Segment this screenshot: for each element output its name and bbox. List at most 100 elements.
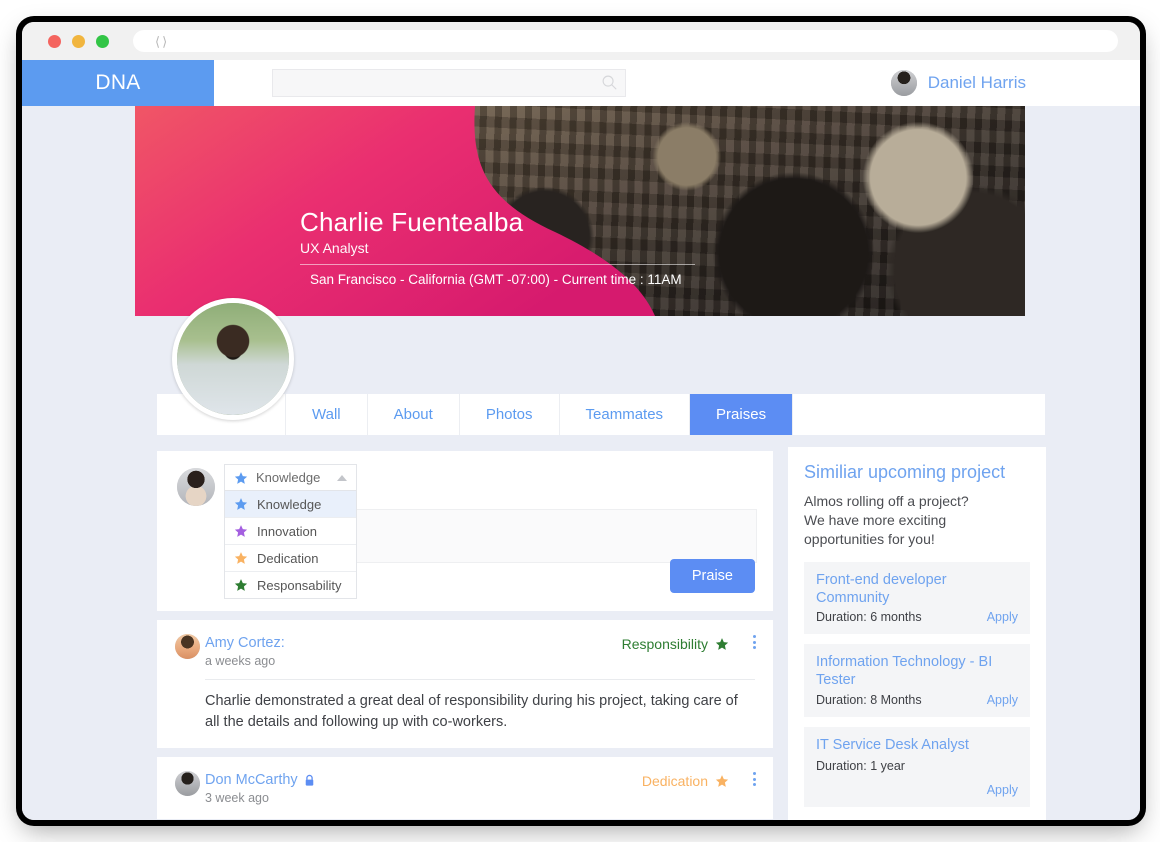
tab-teammates[interactable]: Teammates <box>560 394 691 435</box>
screenshot-stage: ⟨⟩ DNA Daniel Harris Charlie Fuentealba … <box>0 0 1160 842</box>
praise-category-options: Knowledge Innovation Dedication Responsa… <box>224 491 357 599</box>
praise-post: Amy Cortez: a weeks ago Responsibility C… <box>157 620 773 749</box>
praise-category-dropdown[interactable]: Knowledge Knowledge Innovation Dedicatio… <box>224 464 357 599</box>
tab-photos[interactable]: Photos <box>460 394 560 435</box>
tab-about[interactable]: About <box>368 394 460 435</box>
tab-label: Wall <box>312 406 341 423</box>
post-author-name: Don McCarthy <box>205 772 298 789</box>
avatar <box>177 468 215 506</box>
navbar-search-area <box>214 60 891 106</box>
star-icon <box>715 638 729 650</box>
star-icon <box>234 498 248 510</box>
status-badge: Dedication <box>642 773 729 789</box>
tab-label: Photos <box>485 406 533 423</box>
close-window-button[interactable] <box>48 34 61 48</box>
job-footer: Duration: 6 months Apply <box>816 610 1018 624</box>
browser-titlebar: ⟨⟩ <box>22 22 1140 60</box>
job-title: Information Technology - BI Tester <box>816 654 993 689</box>
chevron-up-icon <box>337 475 347 481</box>
praise-category-option-innovation[interactable]: Innovation <box>225 518 356 545</box>
praise-category-option-dedication[interactable]: Dedication <box>225 545 356 572</box>
similar-projects-title: Similiar upcoming project <box>804 462 1006 482</box>
tab-label: Teammates <box>585 406 664 423</box>
job-duration: Duration: 1 year <box>816 759 905 773</box>
lock-icon <box>305 774 313 786</box>
post-timestamp: 3 week ago <box>205 791 269 806</box>
app-navbar: DNA Daniel Harris <box>22 60 1140 106</box>
divider <box>205 679 755 680</box>
profile-tabs: Wall About Photos Teammates Praises <box>157 394 1045 435</box>
praise-category-selected: Knowledge <box>256 470 321 485</box>
job-footer: Duration: 8 Months Apply <box>816 693 1018 707</box>
feed-column: Knowledge Knowledge Innovation Dedicatio… <box>157 451 773 820</box>
brand-label: DNA <box>95 71 141 94</box>
job-item[interactable]: IT Service Desk Analyst Duration: 1 year… <box>804 726 1030 807</box>
status-badge-label: Responsibility <box>621 636 708 652</box>
status-badge: Responsibility <box>622 636 729 652</box>
apply-link[interactable]: Apply <box>987 693 1018 707</box>
post-author-block: Amy Cortez: a weeks ago <box>205 634 285 668</box>
avatar <box>175 771 200 797</box>
search-box[interactable] <box>272 69 626 97</box>
praise-textarea[interactable] <box>357 510 756 562</box>
back-forward-icon: ⟨⟩ <box>155 33 170 49</box>
star-icon <box>234 552 248 564</box>
praise-composer: Knowledge Knowledge Innovation Dedicatio… <box>157 451 773 611</box>
praise-category-option-responsability[interactable]: Responsability <box>225 572 356 598</box>
praise-submit-button[interactable]: Praise <box>669 559 755 593</box>
option-label: Dedication <box>257 550 319 566</box>
option-label: Innovation <box>257 523 317 539</box>
search-icon <box>602 75 617 90</box>
right-sidebar: Similiar upcoming project Almos rolling … <box>788 447 1046 820</box>
job-item[interactable]: Front-end developer Community Duration: … <box>804 561 1030 635</box>
job-item[interactable]: Information Technology - BI Tester Durat… <box>804 644 1030 717</box>
brand-logo[interactable]: DNA <box>22 60 214 106</box>
status-badge-label: Dedication <box>641 773 708 790</box>
job-title: Front-end developer Community <box>816 571 947 606</box>
post-timestamp: a weeks ago <box>205 654 276 668</box>
post-author-block: Don McCarthy 3 week ago <box>205 771 315 805</box>
praise-category-dropdown-toggle[interactable]: Knowledge <box>224 464 357 491</box>
tab-label: About <box>393 406 433 423</box>
avatar <box>175 634 200 659</box>
post-header: Amy Cortez: a weeks ago Responsibility <box>205 634 755 668</box>
job-title: IT Service Desk Analyst <box>816 736 969 753</box>
page-body: Charlie Fuentealba UX Analyst San Franci… <box>22 106 1140 820</box>
tab-wall[interactable]: Wall <box>286 394 368 435</box>
maximize-window-button[interactable] <box>96 34 109 48</box>
navbar-user-name: Daniel Harris <box>927 73 1026 92</box>
job-duration: Duration: 6 months <box>816 610 922 625</box>
avatar <box>890 70 917 96</box>
star-icon <box>234 471 248 484</box>
search-input[interactable] <box>273 70 625 96</box>
window-controls <box>48 34 109 48</box>
job-footer: Duration: 1 year Apply <box>816 757 1018 797</box>
post-author[interactable]: Amy Cortez: <box>205 635 285 651</box>
profile-location: San Francisco - California (GMT -07:00) … <box>310 272 682 288</box>
profile-avatar[interactable] <box>172 298 294 420</box>
tab-praises[interactable]: Praises <box>690 394 794 435</box>
praise-post: Don McCarthy 3 week ago Dedication <box>157 757 773 820</box>
profile-identity: Charlie Fuentealba UX Analyst San Franci… <box>300 207 740 288</box>
praise-text-area[interactable] <box>356 509 757 563</box>
star-icon <box>234 525 248 537</box>
star-icon <box>234 579 248 591</box>
post-author[interactable]: Don McCarthy <box>205 772 315 788</box>
apply-link[interactable]: Apply <box>987 610 1018 624</box>
similar-projects-card: Similiar upcoming project Almos rolling … <box>788 447 1046 820</box>
post-author-name: Amy Cortez: <box>205 635 285 651</box>
page-title: Charlie Fuentealba <box>300 207 524 237</box>
similar-projects-subtitle: Almos rolling off a project? We have mor… <box>804 493 969 547</box>
post-more-options-icon[interactable] <box>747 770 761 788</box>
post-body: Charlie demonstrated a great deal of res… <box>205 693 738 731</box>
star-icon <box>715 775 729 787</box>
apply-link[interactable]: Apply <box>816 783 1018 797</box>
praise-category-option-knowledge[interactable]: Knowledge <box>225 491 356 518</box>
job-duration: Duration: 8 Months <box>816 692 922 707</box>
navbar-user[interactable]: Daniel Harris <box>890 60 1140 106</box>
post-more-options-icon[interactable] <box>747 633 761 651</box>
minimize-window-button[interactable] <box>72 34 85 48</box>
browser-url-bar[interactable]: ⟨⟩ <box>133 30 1118 52</box>
divider <box>300 264 695 266</box>
profile-avatar-image <box>177 303 289 415</box>
